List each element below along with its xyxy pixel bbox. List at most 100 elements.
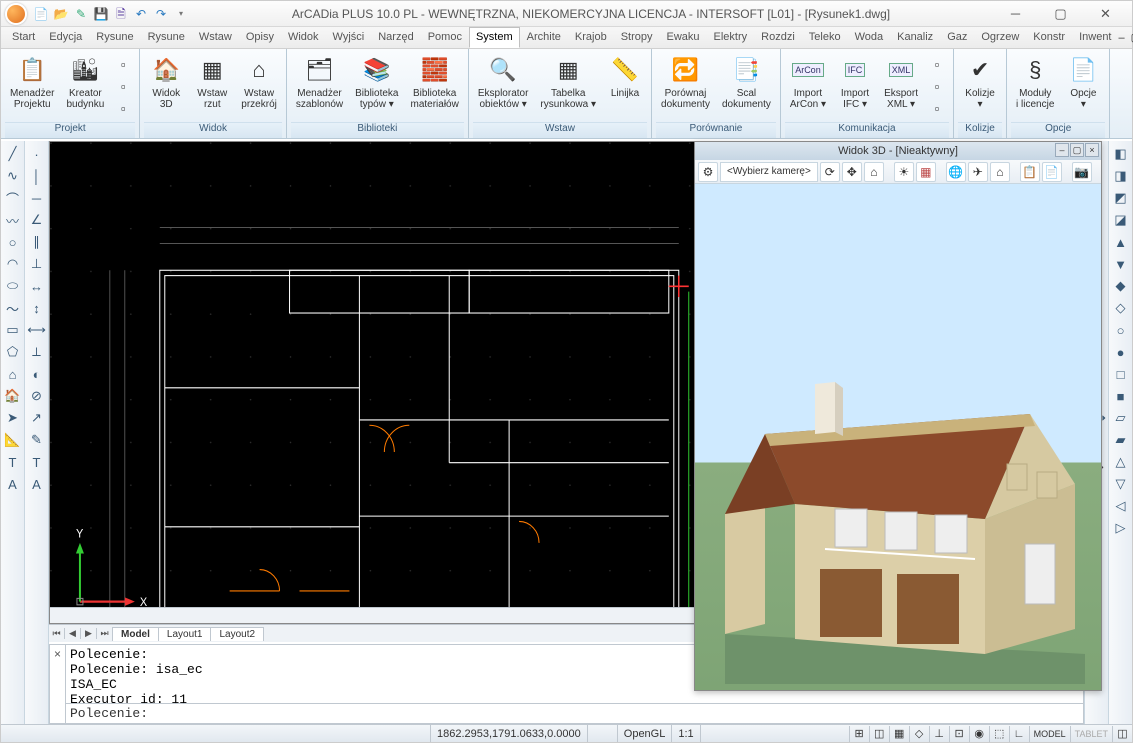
qat-save-icon[interactable]: 💾 bbox=[93, 6, 109, 22]
r-icon[interactable]: ▷ bbox=[1112, 519, 1130, 537]
pt-icon[interactable]: · bbox=[28, 145, 46, 163]
poly-icon[interactable]: ⬠ bbox=[4, 343, 22, 361]
ribbon-btn-kolizje[interactable]: ✔Kolizje▾ bbox=[958, 51, 1002, 122]
circ-icon[interactable]: ○ bbox=[4, 233, 22, 251]
status-indicator-1[interactable]: ◫ bbox=[869, 726, 889, 742]
dim-icon[interactable]: ↔ bbox=[28, 277, 46, 295]
ribbon-small-btn[interactable]: ▫ bbox=[927, 76, 947, 96]
house-icon[interactable]: ⌂ bbox=[4, 365, 22, 383]
ribbon-tab-rysune[interactable]: Rysune bbox=[141, 27, 192, 48]
ribbon-small-btn[interactable]: ▫ bbox=[113, 76, 133, 96]
ribbon-btn-kreator[interactable]: 🏙Kreatorbudynku bbox=[61, 51, 109, 122]
ribbon-btn-wstaw[interactable]: ▦Wstawrzut bbox=[190, 51, 234, 122]
view3d-cam-icon[interactable]: 📷 bbox=[1072, 162, 1092, 182]
meas-icon[interactable]: 📐 bbox=[4, 431, 22, 449]
view3d-wall-icon[interactable]: ▦ bbox=[916, 162, 936, 182]
txt-icon[interactable]: T bbox=[28, 453, 46, 471]
ribbon-btn-biblioteka[interactable]: 📚Bibliotekatypów ▾ bbox=[350, 51, 403, 122]
ribbon-tab-rysune[interactable]: Rysune bbox=[89, 27, 140, 48]
ribbon-small-btn[interactable]: ▫ bbox=[927, 99, 947, 119]
status-scale[interactable]: 1:1 bbox=[672, 725, 700, 742]
view3d-settings-icon[interactable]: ⚙ bbox=[698, 162, 718, 182]
ribbon-btn-wstaw[interactable]: ⌂Wstawprzekrój bbox=[236, 51, 282, 122]
ribbon-btn-import[interactable]: IFCImportIFC ▾ bbox=[833, 51, 877, 122]
h-icon[interactable]: ◇ bbox=[1112, 299, 1130, 317]
status-indicator-4[interactable]: ⊥ bbox=[929, 726, 949, 742]
ribbon-tab-inwent[interactable]: Inwent bbox=[1072, 27, 1118, 48]
lead-icon[interactable]: ↗ bbox=[28, 409, 46, 427]
curve-icon[interactable]: 〜 bbox=[4, 299, 22, 317]
ribbon-btn-eksplorator[interactable]: 🔍Eksploratorobiektów ▾ bbox=[473, 51, 534, 122]
h-icon[interactable]: ─ bbox=[28, 189, 46, 207]
layout-nav-first[interactable]: ⏮ bbox=[49, 628, 65, 639]
ribbon-tab-stropy[interactable]: Stropy bbox=[614, 27, 660, 48]
i-icon[interactable]: ○ bbox=[1112, 321, 1130, 339]
a-icon[interactable]: ◧ bbox=[1112, 145, 1130, 163]
o-icon[interactable]: △ bbox=[1112, 453, 1130, 471]
text-icon[interactable]: T bbox=[4, 453, 22, 471]
ribbon-tab-start[interactable]: Start bbox=[5, 27, 42, 48]
ribbon-btn-por-wnaj[interactable]: 🔁Porównajdokumenty bbox=[656, 51, 715, 122]
status-indicator-7[interactable]: ⬚ bbox=[989, 726, 1009, 742]
textA-icon[interactable]: A bbox=[4, 475, 22, 493]
ribbon-small-btn[interactable]: ▫ bbox=[113, 54, 133, 74]
minimize-button[interactable]: ─ bbox=[993, 2, 1038, 26]
qat-redo-icon[interactable]: ↷ bbox=[153, 6, 169, 22]
ribbon-tab-wyjści[interactable]: Wyjści bbox=[326, 27, 372, 48]
ribbon-tab-woda[interactable]: Woda bbox=[848, 27, 891, 48]
view3d-pan-icon[interactable]: ✥ bbox=[842, 162, 862, 182]
par-icon[interactable]: ∥ bbox=[28, 233, 46, 251]
k-icon[interactable]: □ bbox=[1112, 365, 1130, 383]
close-button[interactable]: ✕ bbox=[1083, 2, 1128, 26]
status-tablet[interactable]: TABLET bbox=[1070, 726, 1112, 742]
qat-saveall-icon[interactable]: 🗎 bbox=[113, 6, 129, 22]
ribbon-tab-gaz[interactable]: Gaz bbox=[940, 27, 974, 48]
arrow-icon[interactable]: ➤ bbox=[4, 409, 22, 427]
ribbon-tab-archite[interactable]: Archite bbox=[520, 27, 568, 48]
ribbon-btn-menad-er[interactable]: 🗂Menadżerszablonów bbox=[291, 51, 348, 122]
status-model[interactable]: MODEL bbox=[1029, 726, 1070, 742]
ribbon-tab-opisy[interactable]: Opisy bbox=[239, 27, 281, 48]
ribbon-btn-import[interactable]: ArConImportArCon ▾ bbox=[785, 51, 831, 122]
ribbon-tab-system[interactable]: System bbox=[469, 27, 520, 48]
f-icon[interactable]: ▼ bbox=[1112, 255, 1130, 273]
ribbon-tab-ogrzew[interactable]: Ogrzew bbox=[974, 27, 1026, 48]
ribbon-btn-modu-y[interactable]: §Modułyi licencje bbox=[1011, 51, 1059, 122]
ribbon-btn-biblioteka[interactable]: 🧱Bibliotekamateriałów bbox=[405, 51, 463, 122]
ribbon-tab-teleko[interactable]: Teleko bbox=[802, 27, 848, 48]
layout-nav-last[interactable]: ⏭ bbox=[97, 628, 113, 639]
p-icon[interactable]: ▽ bbox=[1112, 475, 1130, 493]
status-indicator-6[interactable]: ◉ bbox=[969, 726, 989, 742]
pline-icon[interactable]: ∿ bbox=[4, 167, 22, 185]
ribbon-tab-pomoc[interactable]: Pomoc bbox=[421, 27, 469, 48]
ribbon-tab-narzęd[interactable]: Narzęd bbox=[371, 27, 420, 48]
layout-nav-next[interactable]: ▶ bbox=[81, 628, 97, 639]
view3d-orbit-icon[interactable]: ⟳ bbox=[820, 162, 840, 182]
view3d-copy-icon[interactable]: 📄 bbox=[1042, 162, 1062, 182]
status-indicator-3[interactable]: ◇ bbox=[909, 726, 929, 742]
q-icon[interactable]: ◁ bbox=[1112, 497, 1130, 515]
qat-undo-icon[interactable]: ↶ bbox=[133, 6, 149, 22]
layout-tab-layout2[interactable]: Layout2 bbox=[210, 627, 264, 641]
arc-icon[interactable]: ⌒ bbox=[4, 189, 22, 207]
qat-new-icon[interactable]: 📄 bbox=[33, 6, 49, 22]
ribbon-tab-rozdzi[interactable]: Rozdzi bbox=[754, 27, 802, 48]
layout-tab-model[interactable]: Model bbox=[112, 627, 159, 641]
perp-icon[interactable]: ⊥ bbox=[28, 255, 46, 273]
rad-icon[interactable]: ◐ bbox=[28, 365, 46, 383]
ribbon-btn-opcje[interactable]: 📄Opcje▾ bbox=[1061, 51, 1105, 122]
v-icon[interactable]: │ bbox=[28, 167, 46, 185]
rect-icon[interactable]: ▭ bbox=[4, 321, 22, 339]
mdi-min-icon[interactable]: – bbox=[1119, 32, 1125, 44]
status-indicator-8[interactable]: ∟ bbox=[1009, 726, 1029, 742]
ang-icon[interactable]: ∠ bbox=[28, 211, 46, 229]
e-icon[interactable]: ▲ bbox=[1112, 233, 1130, 251]
home-icon[interactable]: 🏠 bbox=[4, 387, 22, 405]
dim3-icon[interactable]: ⟷ bbox=[28, 321, 46, 339]
ang2-icon[interactable]: ⟂ bbox=[28, 343, 46, 361]
j-icon[interactable]: ● bbox=[1112, 343, 1130, 361]
c-icon[interactable]: ◩ bbox=[1112, 189, 1130, 207]
layout-tab-layout1[interactable]: Layout1 bbox=[158, 627, 212, 641]
ribbon-tab-krajob[interactable]: Krajob bbox=[568, 27, 614, 48]
ribbon-tab-widok[interactable]: Widok bbox=[281, 27, 326, 48]
